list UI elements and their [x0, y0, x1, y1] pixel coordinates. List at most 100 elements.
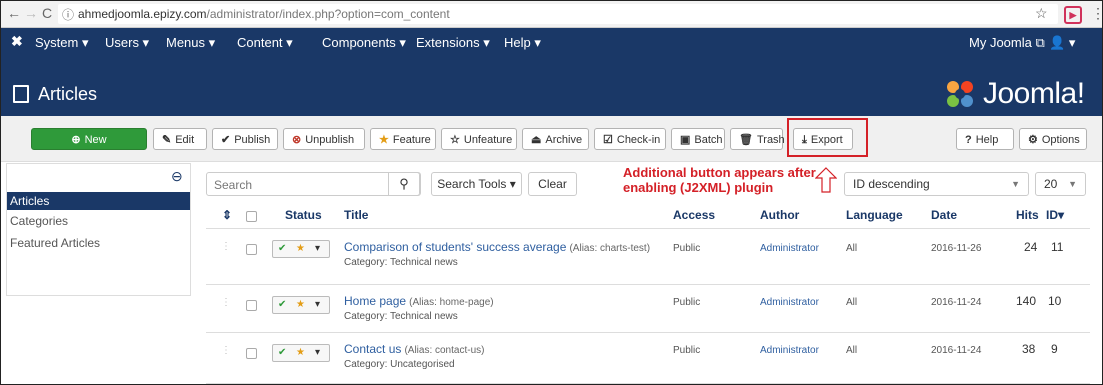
article-alias: (Alias: charts-test)	[569, 243, 651, 254]
user-menu[interactable]: 👤 ▾	[1049, 35, 1075, 51]
search-input[interactable]: Search ⚲	[206, 172, 421, 196]
column-header-hits[interactable]: Hits	[1016, 208, 1039, 222]
row-checkbox[interactable]	[246, 300, 257, 311]
unpublish-button[interactable]: ⊗ Unpublish	[283, 128, 365, 150]
featured-star-icon[interactable]: ★	[296, 347, 305, 358]
ordering-select[interactable]: ID descending ▼	[844, 172, 1029, 196]
unfeature-button-label: Unfeature	[463, 134, 513, 146]
user-menu-caret: ▾	[1068, 35, 1076, 50]
menu-users[interactable]: Users ▾	[105, 35, 149, 51]
published-check-icon[interactable]: ✔	[278, 243, 286, 254]
publish-button[interactable]: ✔ Publish	[212, 128, 278, 150]
clear-button[interactable]: Clear	[528, 172, 577, 196]
options-button-label: Options	[1041, 134, 1080, 146]
article-title-link[interactable]: Comparison of students' success average	[344, 240, 566, 254]
joomla-mark-icon	[947, 81, 973, 107]
column-header-language[interactable]: Language	[846, 208, 903, 222]
row-actions-caret-icon[interactable]: ▾	[315, 347, 320, 358]
unfeature-button[interactable]: ☆ Unfeature	[441, 128, 517, 150]
table-row: ⋮ ✔ ★ ▾ Contact us (Alias: contact-us) C…	[206, 332, 1090, 384]
menu-components[interactable]: Components ▾	[322, 35, 406, 51]
browser-menu-icon[interactable]: ⋮	[1091, 5, 1102, 22]
trash-button-label: Trash	[756, 134, 785, 146]
menu-help[interactable]: Help ▾	[504, 35, 541, 51]
user-icon: 👤	[1049, 35, 1066, 50]
column-header-date[interactable]: Date	[931, 208, 957, 222]
row-checkbox[interactable]	[246, 244, 257, 255]
batch-button[interactable]: ▣ Batch	[671, 128, 725, 150]
menu-system[interactable]: System ▾	[35, 35, 88, 51]
feature-button[interactable]: ★ Feature	[370, 128, 436, 150]
archive-button[interactable]: ⏏ Archive	[522, 128, 589, 150]
sidebar-item-categories[interactable]: Categories	[7, 212, 190, 230]
article-access: Public	[673, 297, 701, 308]
star-filled-icon: ★	[379, 134, 389, 146]
select-all-checkbox[interactable]	[246, 211, 257, 222]
annotation-arrow-icon	[815, 167, 837, 193]
forward-arrow-icon[interactable]: →	[24, 5, 38, 21]
article-hits: 38	[1022, 342, 1036, 356]
edit-button[interactable]: ✎ Edit	[153, 128, 207, 150]
article-language: All	[846, 243, 858, 254]
bookmark-star-icon[interactable]: ☆	[1035, 5, 1048, 22]
articles-icon	[13, 85, 29, 103]
column-header-status[interactable]: Status	[285, 208, 322, 222]
featured-star-icon[interactable]: ★	[296, 243, 305, 254]
ordering-column-icon[interactable]: ⇕	[222, 208, 232, 222]
row-checkbox[interactable]	[246, 348, 257, 359]
drag-handle-icon[interactable]: ⋮	[221, 241, 231, 252]
sidebar-item-articles[interactable]: Articles	[7, 192, 190, 210]
search-tools-button[interactable]: Search Tools ▾	[431, 172, 522, 196]
menu-menus[interactable]: Menus ▾	[166, 35, 215, 51]
article-date: 2016-11-24	[931, 345, 982, 356]
url-text: ahmedjoomla.epizy.com/administrator/inde…	[78, 7, 450, 21]
article-author-link[interactable]: Administrator	[760, 345, 819, 356]
menu-extensions[interactable]: Extensions ▾	[416, 35, 490, 51]
collapse-sidebar-icon[interactable]: ⊖	[171, 168, 183, 185]
column-header-id[interactable]: ID▾	[1046, 208, 1064, 222]
status-toggle-group: ✔ ★ ▾	[272, 344, 330, 362]
new-button[interactable]: ⊕ New	[31, 128, 147, 150]
back-arrow-icon[interactable]: ←	[7, 5, 21, 21]
row-actions-caret-icon[interactable]: ▾	[315, 299, 320, 310]
column-header-title[interactable]: Title	[344, 208, 368, 222]
column-header-author[interactable]: Author	[760, 208, 799, 222]
table-row: ⋮ ✔ ★ ▾ Comparison of students' success …	[206, 228, 1090, 285]
page-header: Articles Joomla!	[1, 57, 1102, 116]
list-limit-select[interactable]: 20 ▼	[1035, 172, 1086, 196]
row-actions-caret-icon[interactable]: ▾	[315, 243, 320, 254]
joomla-menu-logo-icon[interactable]: ✖	[11, 33, 23, 50]
article-title-link[interactable]: Contact us	[344, 342, 401, 356]
checkin-button[interactable]: ☑ Check-in	[594, 128, 666, 150]
article-title-link[interactable]: Home page	[344, 294, 406, 308]
address-bar[interactable]: ⓘ ahmedjoomla.epizy.com/administrator/in…	[58, 4, 1058, 24]
info-icon[interactable]: ⓘ	[62, 6, 74, 23]
site-link[interactable]: My Joomla ⧉	[969, 35, 1045, 51]
sort-desc-icon: ▾	[1058, 208, 1065, 222]
search-icon[interactable]: ⚲	[388, 172, 420, 196]
options-button[interactable]: ⚙ Options	[1019, 128, 1087, 150]
published-check-icon[interactable]: ✔	[278, 299, 286, 310]
status-toggle-group: ✔ ★ ▾	[272, 296, 330, 314]
checkbox-icon: ☑	[603, 134, 613, 146]
drag-handle-icon[interactable]: ⋮	[221, 297, 231, 308]
featured-star-icon[interactable]: ★	[296, 299, 305, 310]
trash-button[interactable]: 🗑 Trash	[730, 128, 785, 150]
browser-toolbar: ← → C ⓘ ahmedjoomla.epizy.com/administra…	[1, 1, 1102, 28]
reload-icon[interactable]: C	[42, 5, 52, 21]
article-author-link[interactable]: Administrator	[760, 243, 819, 254]
publish-button-label: Publish	[234, 134, 271, 146]
article-id: 10	[1048, 294, 1062, 308]
feature-button-label: Feature	[392, 134, 431, 146]
search-placeholder: Search	[214, 178, 253, 192]
extension-icon[interactable]: ▶	[1064, 6, 1082, 24]
drag-handle-icon[interactable]: ⋮	[221, 345, 231, 356]
help-button[interactable]: ? Help	[956, 128, 1014, 150]
column-header-access[interactable]: Access	[673, 208, 715, 222]
menu-content[interactable]: Content ▾	[237, 35, 293, 51]
article-author-link[interactable]: Administrator	[760, 297, 819, 308]
sidebar-item-featured-articles[interactable]: Featured Articles	[7, 234, 190, 252]
article-title-cell: Comparison of students' success average …	[344, 240, 650, 254]
published-check-icon[interactable]: ✔	[278, 347, 286, 358]
article-category: Category: Uncategorised	[344, 359, 455, 370]
